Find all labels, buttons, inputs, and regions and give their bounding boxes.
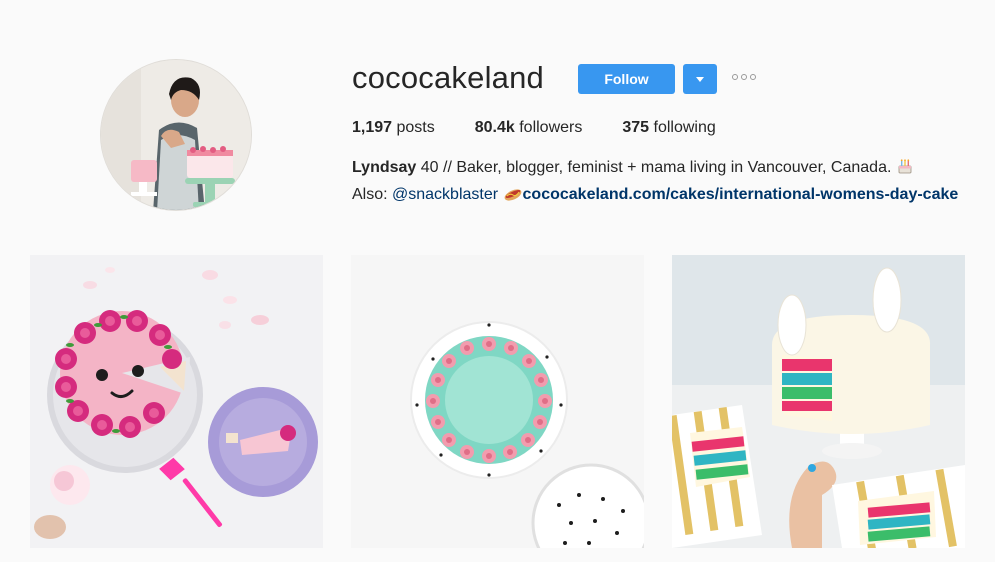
post-thumbnail-2[interactable] [351,255,644,548]
followers-label: followers [514,119,583,136]
following-count: 375 [622,119,650,136]
following-stat[interactable]: 375 following [622,118,715,138]
bio-line-2: Also: @snackblaster cococakeland.com/cak… [352,183,982,210]
website-link[interactable]: cococakeland.com/cakes/international-wom… [523,186,959,203]
post-thumbnail-3[interactable] [672,255,965,548]
profile-full-name: Lyndsay [352,159,417,176]
followers-count: 80.4k [474,119,515,136]
more-dot [750,74,756,80]
bio-text: 40 // Baker, blogger, feminist + mama li… [416,159,896,176]
more-dot [732,74,738,80]
post-image-pink-cake [30,255,323,548]
avatar-image [101,60,251,210]
follow-button[interactable]: Follow [578,64,675,94]
profile-avatar[interactable] [100,59,252,211]
posts-stat: 1,197 posts [352,118,435,138]
post-image-llama-cake [672,255,965,548]
post-image-mint-cake [351,255,644,548]
more-options-icon[interactable] [732,74,756,80]
hotdog-emoji-icon [503,186,523,210]
profile-bio: Lyndsay 40 // Baker, blogger, feminist +… [352,156,982,210]
more-dot [741,74,747,80]
also-label: Also: [352,186,393,203]
bio-line-1: Lyndsay 40 // Baker, blogger, feminist +… [352,156,982,183]
following-label: following [649,119,716,136]
chevron-down-icon [696,76,704,82]
mention-link[interactable]: @snackblaster [392,186,498,203]
followers-stat[interactable]: 80.4k followers [475,118,583,138]
posts-label: posts [392,119,435,136]
posts-count: 1,197 [352,119,393,136]
post-thumbnail-1[interactable] [30,255,323,548]
suggested-dropdown-button[interactable] [683,64,717,94]
profile-stats: 1,197 posts 80.4k followers 375 followin… [352,118,756,138]
profile-username: cococakeland [352,60,544,95]
cake-emoji-icon [896,157,914,183]
